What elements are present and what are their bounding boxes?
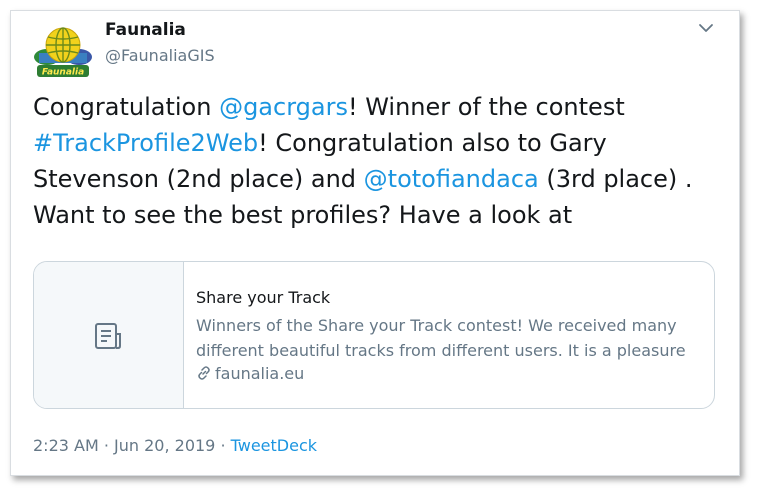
mention-gacrgars-link[interactable]: @gacrgars [219,93,348,121]
author-display-name[interactable]: Faunalia [105,20,186,40]
tweet-text-part: ! Winner of the contest [347,93,625,121]
link-icon [198,366,210,380]
faunalia-logo-avatar[interactable]: Faunalia [33,21,93,81]
logo-text: Faunalia [42,68,84,78]
card-description: Winners of the Share your Track contest!… [196,316,686,360]
document-icon [95,323,121,349]
source-link[interactable]: TweetDeck [231,436,317,455]
mention-totofiandaca-link[interactable]: @totofiandaca [364,165,539,193]
tweet-card: Faunalia Faunalia @FaunaliaGIS Congratul… [10,10,740,476]
tweet-text-part: Congratulation [33,93,220,121]
card-title: Share your Track [196,288,331,307]
hashtag-trackprofile2web-link[interactable]: #TrackProfile2Web [33,129,258,157]
tweet-text: Congratulation @gacrgars! Winner of the … [33,89,723,233]
author-handle[interactable]: @FaunaliaGIS [105,46,215,65]
meta-separator: · [215,436,231,455]
card-domain: faunalia.eu [196,364,304,383]
link-preview-card[interactable]: Share your Track Winners of the Share yo… [33,261,715,409]
chevron-down-icon[interactable] [697,19,715,37]
timestamp[interactable]: 2:23 AM · Jun 20, 2019 [33,436,215,455]
card-domain-text: faunalia.eu [215,364,305,383]
card-thumbnail [34,262,184,408]
tweet-meta: 2:23 AM · Jun 20, 2019 · TweetDeck [33,436,317,455]
